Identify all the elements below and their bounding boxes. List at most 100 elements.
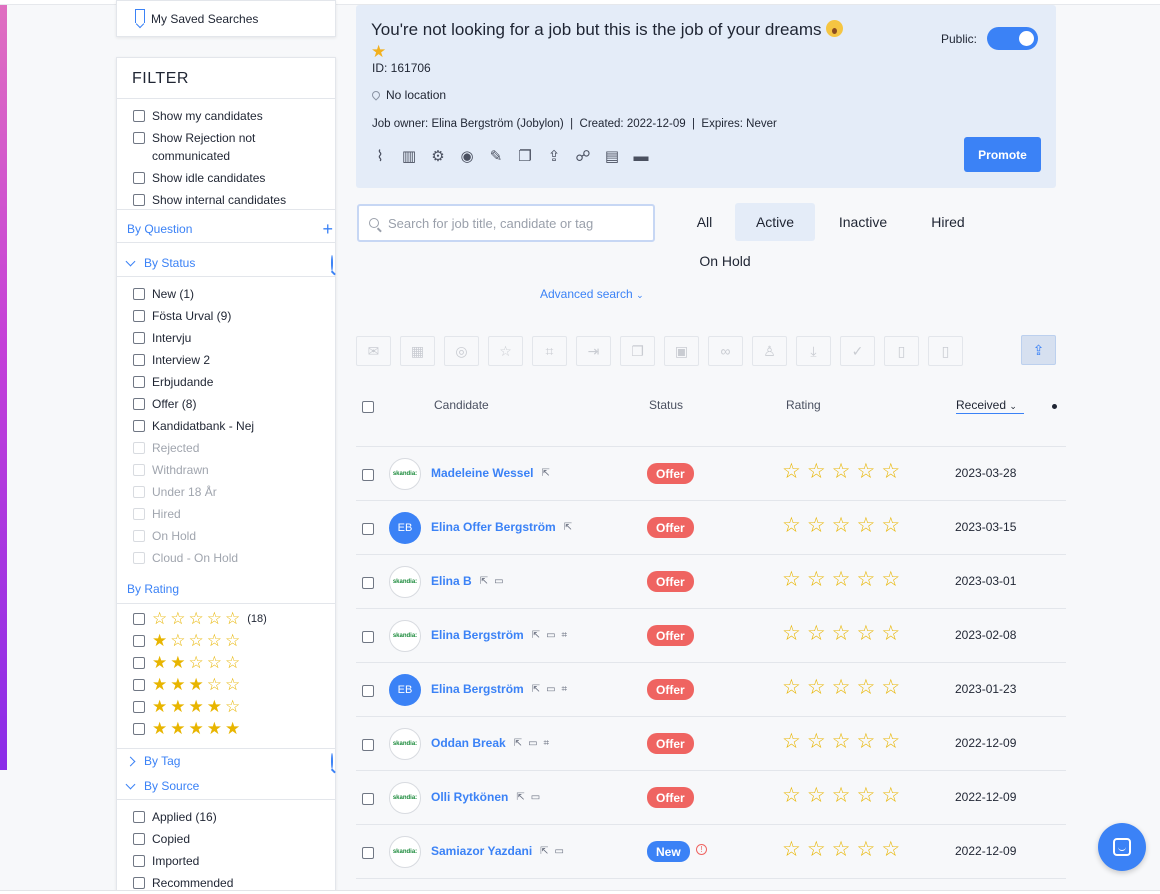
checkbox[interactable]: [133, 530, 145, 542]
checkbox[interactable]: [133, 354, 145, 366]
candidate-name-link[interactable]: Madeleine Wessel: [431, 466, 534, 480]
copy-button[interactable]: ❐: [620, 336, 655, 366]
checkbox[interactable]: [133, 613, 145, 625]
filter-option-1[interactable]: Show Rejection not communicated: [133, 129, 273, 165]
rating-filter-item[interactable]: ★ ★ ★ ★ ★: [133, 720, 240, 738]
star-empty-icon[interactable]: ☆: [807, 785, 826, 807]
status-filter-item[interactable]: Erbjudande: [133, 373, 213, 391]
copy-icon[interactable]: ❐: [516, 148, 534, 166]
rating-stars[interactable]: ☆ ☆ ☆ ☆ ☆: [782, 569, 900, 591]
search-icon[interactable]: [331, 753, 333, 769]
star-empty-icon[interactable]: ☆: [881, 839, 900, 861]
tab-on-hold[interactable]: On Hold: [683, 242, 767, 280]
checkbox[interactable]: [133, 855, 145, 867]
status-filter-item[interactable]: New (1): [133, 285, 194, 303]
checkbox[interactable]: [133, 508, 145, 520]
checkbox[interactable]: [133, 877, 145, 889]
star-empty-icon[interactable]: ☆: [881, 569, 900, 591]
table-row[interactable]: EB Elina Bergström ⇱ ▭ ⌗ Offer ☆ ☆ ☆ ☆ ☆ 2023-01-23: [356, 663, 1066, 717]
team-icon[interactable]: ☍: [574, 148, 592, 166]
search-icon[interactable]: [331, 255, 333, 271]
checkbox[interactable]: [133, 723, 145, 735]
preview-icon[interactable]: ◉: [458, 148, 476, 166]
email-button[interactable]: ✉: [356, 336, 391, 366]
comment-icon[interactable]: ▭: [531, 792, 540, 803]
tab-hired[interactable]: Hired: [912, 203, 984, 241]
checkbox[interactable]: [133, 442, 145, 454]
tab-inactive[interactable]: Inactive: [823, 203, 903, 241]
star-empty-icon[interactable]: ☆: [881, 461, 900, 483]
tag-icon[interactable]: ⌗: [562, 630, 568, 641]
share-icon[interactable]: ⇱: [564, 522, 572, 533]
export-button[interactable]: ⇪: [1021, 335, 1056, 365]
checkbox[interactable]: [133, 679, 145, 691]
promote-button[interactable]: Promote: [964, 137, 1041, 172]
archive-icon[interactable]: ▬: [632, 148, 650, 166]
star-empty-icon[interactable]: ☆: [881, 623, 900, 645]
candidate-name-link[interactable]: Oddan Break: [431, 736, 506, 750]
status-badge[interactable]: Offer: [647, 733, 694, 754]
comment-icon[interactable]: ▭: [546, 630, 555, 641]
section-by-status[interactable]: By Status: [125, 255, 333, 271]
share-icon[interactable]: ⇱: [532, 684, 540, 695]
rating-stars[interactable]: ☆ ☆ ☆ ☆ ☆: [782, 461, 900, 483]
share-icon[interactable]: ⇱: [532, 630, 540, 641]
edit-icon[interactable]: ✎: [487, 148, 505, 166]
table-row[interactable]: skandia: Olli Rytkönen ⇱ ▭ Offer ☆ ☆ ☆ ☆ ☆ 2022-12…: [356, 771, 1066, 825]
rating-filter-item[interactable]: ★ ★ ★ ★ ☆: [133, 698, 240, 716]
candidate-name-link[interactable]: Samiazor Yazdani: [431, 844, 532, 858]
star-empty-icon[interactable]: ☆: [832, 785, 851, 807]
star-empty-icon[interactable]: ☆: [832, 839, 851, 861]
trash-button[interactable]: ▯: [884, 336, 919, 366]
star-empty-icon[interactable]: ☆: [807, 731, 826, 753]
download-button[interactable]: ⤓: [796, 336, 831, 366]
section-by-source[interactable]: By Source: [125, 779, 333, 793]
select-all-checkbox[interactable]: [362, 401, 374, 413]
rating-filter-item[interactable]: ★ ★ ☆ ☆ ☆: [133, 654, 240, 672]
attachment-icon[interactable]: ⌇: [371, 148, 389, 166]
share-icon[interactable]: ⇪: [545, 148, 563, 166]
checkbox[interactable]: [133, 635, 145, 647]
star-empty-icon[interactable]: ☆: [856, 785, 875, 807]
row-checkbox[interactable]: [362, 685, 374, 697]
checkbox[interactable]: [133, 657, 145, 669]
row-checkbox[interactable]: [362, 577, 374, 589]
table-row[interactable]: skandia: Madeleine Wessel ⇱ Offer ☆ ☆ ☆ ☆ ☆ 2023-…: [356, 447, 1066, 501]
user-button[interactable]: ♙: [752, 336, 787, 366]
saved-searches-link[interactable]: My Saved Searches: [116, 0, 336, 37]
checkbox[interactable]: [133, 132, 145, 144]
table-row[interactable]: skandia: Elina B ⇱ ▭ Offer ☆ ☆ ☆ ☆ ☆ 2023-03-01: [356, 555, 1066, 609]
table-row[interactable]: EB Elina Offer Bergström ⇱ Offer ☆ ☆ ☆ ☆ ☆ 2023-0…: [356, 501, 1066, 555]
section-by-rating[interactable]: By Rating: [127, 582, 333, 596]
checkbox[interactable]: [133, 701, 145, 713]
column-settings-dot[interactable]: [1052, 404, 1057, 409]
rating-stars[interactable]: ☆ ☆ ☆ ☆ ☆: [782, 677, 900, 699]
tab-all[interactable]: All: [683, 203, 726, 241]
star-empty-icon[interactable]: ☆: [782, 515, 801, 537]
checkbox[interactable]: [133, 194, 145, 206]
row-checkbox[interactable]: [362, 631, 374, 643]
tab-active[interactable]: Active: [735, 203, 815, 241]
share-icon[interactable]: ⇱: [516, 792, 524, 803]
status-filter-item[interactable]: Offer (8): [133, 395, 196, 413]
row-checkbox[interactable]: [362, 739, 374, 751]
status-badge[interactable]: Offer: [647, 517, 694, 538]
star-empty-icon[interactable]: ☆: [832, 677, 851, 699]
star-empty-icon[interactable]: ☆: [832, 461, 851, 483]
filter-option-0[interactable]: Show my candidates: [133, 107, 263, 125]
row-checkbox[interactable]: [362, 847, 374, 859]
checkbox[interactable]: [133, 110, 145, 122]
tag-icon[interactable]: ⌗: [544, 738, 550, 749]
share-icon[interactable]: ⇱: [540, 846, 548, 857]
rating-stars[interactable]: ☆ ☆ ☆ ☆ ☆: [782, 785, 900, 807]
status-badge[interactable]: New: [647, 841, 690, 862]
rating-stars[interactable]: ☆ ☆ ☆ ☆ ☆: [782, 623, 900, 645]
star-empty-icon[interactable]: ☆: [807, 839, 826, 861]
rating-stars[interactable]: ☆ ☆ ☆ ☆ ☆: [782, 731, 900, 753]
status-badge[interactable]: Offer: [647, 463, 694, 484]
rating-stars[interactable]: ☆ ☆ ☆ ☆ ☆: [782, 839, 900, 861]
source-filter-item[interactable]: Applied (16): [133, 808, 217, 826]
stats-icon[interactable]: ▥: [400, 148, 418, 166]
status-badge[interactable]: Offer: [647, 787, 694, 808]
checkbox[interactable]: [133, 310, 145, 322]
